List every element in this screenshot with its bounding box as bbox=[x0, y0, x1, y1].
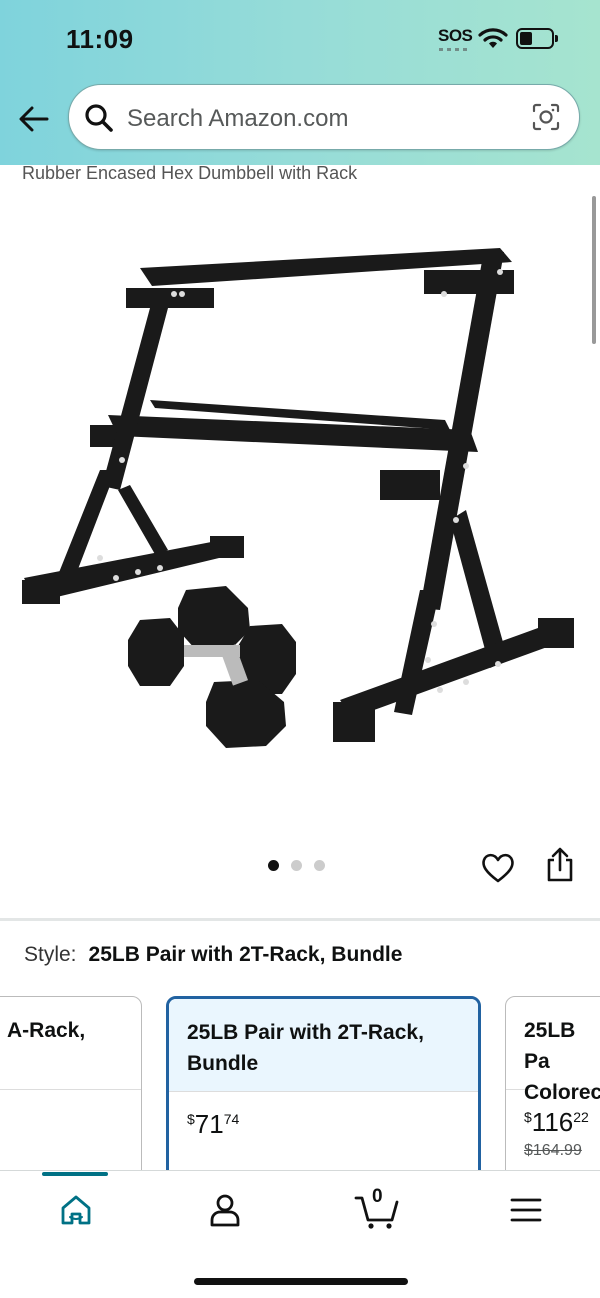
style-label: Style: bbox=[24, 943, 77, 966]
style-selector-label: Style: 25LB Pair with 2T-Rack, Bundle bbox=[24, 943, 402, 967]
search-icon bbox=[85, 104, 113, 132]
menu-icon[interactable] bbox=[506, 1190, 546, 1230]
option-price: $11622 bbox=[524, 1107, 589, 1138]
cart-count: 0 bbox=[372, 1186, 383, 1207]
image-dot-3[interactable] bbox=[314, 860, 325, 871]
style-option-2[interactable]: 25LB Pair with 2T-Rack, Bundle $7174 bbox=[166, 996, 481, 1186]
cart-button[interactable]: 0 bbox=[354, 1186, 400, 1230]
back-arrow-icon[interactable] bbox=[14, 100, 54, 140]
price-whole: 116 bbox=[531, 1107, 574, 1137]
app-header: 11:09 SOS Search Amazon.com bbox=[0, 0, 600, 165]
search-bar[interactable]: Search Amazon.com bbox=[68, 84, 580, 150]
status-time: 11:09 bbox=[66, 24, 134, 54]
camera-icon[interactable] bbox=[531, 102, 561, 132]
home-indicator[interactable] bbox=[194, 1278, 408, 1285]
home-icon[interactable] bbox=[56, 1190, 96, 1230]
option-title: 25LB Pa Colorec bbox=[506, 997, 600, 1104]
price-whole: 71 bbox=[194, 1109, 224, 1139]
nav-active-indicator bbox=[42, 1172, 108, 1176]
currency-symbol: $ bbox=[524, 1109, 532, 1125]
option-title: 25LB Pair with 2T-Rack, Bundle bbox=[169, 999, 478, 1092]
share-icon[interactable] bbox=[543, 846, 577, 884]
account-icon[interactable] bbox=[205, 1190, 245, 1230]
product-image[interactable] bbox=[0, 190, 600, 840]
option-price: $7174 bbox=[187, 1109, 239, 1140]
image-dot-2[interactable] bbox=[291, 860, 302, 871]
style-value: 25LB Pair with 2T-Rack, Bundle bbox=[88, 943, 403, 966]
currency-symbol: $ bbox=[187, 1111, 195, 1127]
signal-dots bbox=[439, 48, 469, 51]
option-title: A-Rack, bbox=[0, 997, 141, 1090]
product-title: Rubber Encased Hex Dumbbell with Rack bbox=[22, 163, 358, 183]
search-input[interactable]: Search Amazon.com bbox=[127, 105, 348, 133]
style-option-1[interactable]: A-Rack, bbox=[0, 996, 142, 1186]
battery-icon bbox=[516, 28, 558, 49]
style-option-3[interactable]: 25LB Pa Colorec $11622 $164.99 bbox=[505, 996, 600, 1186]
image-dot-1[interactable] bbox=[268, 860, 279, 871]
wifi-icon bbox=[478, 28, 508, 48]
sos-indicator: SOS bbox=[438, 26, 473, 45]
heart-icon[interactable] bbox=[480, 850, 516, 886]
price-cents: 22 bbox=[573, 1109, 589, 1125]
price-cents: 74 bbox=[223, 1111, 240, 1127]
scrollbar[interactable] bbox=[592, 196, 596, 344]
list-price: $164.99 bbox=[524, 1142, 582, 1159]
image-pagination[interactable] bbox=[268, 860, 325, 871]
section-divider bbox=[0, 918, 600, 921]
